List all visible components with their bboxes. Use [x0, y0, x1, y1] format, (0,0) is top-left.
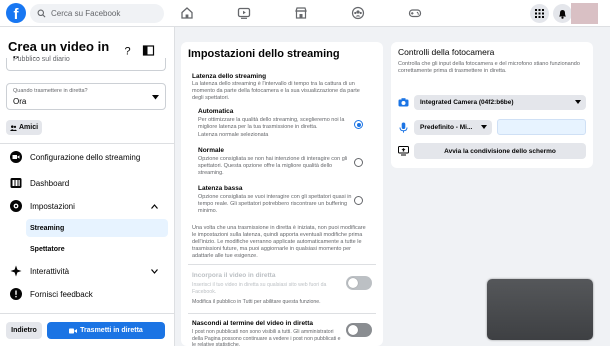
top-navigation-bar: f Cerca su Facebook — [0, 0, 610, 27]
microphone-select[interactable]: Predefinito - Mi... — [414, 120, 492, 135]
marketplace-icon[interactable] — [294, 6, 308, 20]
chevron-down-icon — [151, 269, 158, 274]
sidebar-divider — [0, 143, 175, 144]
audience-value: Pubblico sul diario — [13, 56, 70, 63]
start-screen-share-button[interactable]: Avvia la condivisione dello schermo — [414, 143, 586, 159]
create-live-sidebar: Crea un video in diretta ? Pubblico sul … — [0, 27, 175, 346]
panel-divider — [188, 264, 376, 265]
camera-icon — [398, 98, 409, 107]
chevron-down-icon — [575, 100, 581, 104]
go-live-label: Trasmetti in diretta — [80, 327, 143, 334]
latency-description: La latenza dello streaming è l'intervall… — [192, 81, 360, 101]
settings-gear-icon — [10, 200, 22, 212]
hide-after-live-description: I post non pubblicati non sono visibili … — [192, 329, 341, 346]
option-description: Opzione consigliata se non hai intenzion… — [198, 156, 348, 176]
screen-share-icon — [398, 146, 409, 156]
friends-icon — [10, 124, 17, 131]
search-placeholder: Cerca su Facebook — [51, 9, 121, 18]
live-video-icon — [69, 328, 78, 333]
embed-description: Inserisci il tuo video in diretta su qua… — [192, 282, 327, 295]
camera-controls-title: Controlli della fotocamera — [398, 47, 495, 57]
go-live-button[interactable]: Trasmetti in diretta — [47, 322, 165, 339]
sidebar-item-label: Configurazione dello streaming — [30, 152, 141, 162]
embed-title: Incorpora il video in diretta — [192, 272, 276, 279]
when-value: Ora — [13, 97, 27, 106]
camera-select-value: Integrated Camera (04f2:b6be) — [420, 99, 514, 106]
sidebar-subitem-streaming[interactable]: Streaming — [26, 219, 168, 237]
option-title: Normale — [198, 147, 225, 154]
streaming-settings-panel: Impostazioni dello streaming Latenza del… — [181, 42, 383, 346]
latency-option-automatic[interactable]: Automatica Per ottimizzare la qualità de… — [198, 108, 358, 138]
latency-warning: Una volta che una trasmissione in dirett… — [192, 225, 366, 259]
embed-note: Modifica il pubblico in Tutti per abilit… — [192, 299, 321, 305]
option-description: Per ottimizzare la qualità dello streami… — [198, 117, 345, 130]
chevron-down-icon — [152, 95, 159, 100]
radio-automatic[interactable] — [354, 120, 363, 129]
sidebar-item-label: Fornisci feedback — [30, 289, 93, 299]
watch-icon[interactable] — [237, 6, 251, 20]
sidebar-item-feedback[interactable]: Fornisci feedback — [6, 284, 166, 304]
sidebar-item-interactivity[interactable]: Interattività — [6, 261, 166, 281]
when-label: Quando trasmettere in diretta? — [13, 88, 88, 94]
latency-title: Latenza dello streaming — [192, 73, 267, 80]
help-icon[interactable]: ? — [121, 44, 134, 58]
account-avatar[interactable] — [571, 3, 598, 24]
friends-audience-button[interactable]: Amici — [6, 120, 42, 135]
menu-grid-button[interactable] — [530, 4, 549, 23]
radio-normal[interactable] — [354, 158, 363, 167]
notifications-icon — [559, 9, 566, 19]
hide-after-live-title: Nascondi al termine del video in diretta — [192, 320, 314, 327]
camera-select[interactable]: Integrated Camera (04f2:b6be) — [414, 95, 586, 110]
sparkle-icon — [10, 265, 22, 277]
sidebar-footer: Indietro Trasmetti in diretta — [0, 313, 175, 346]
search-icon — [37, 9, 46, 18]
camera-controls-panel: Controlli della fotocamera Controlla che… — [391, 42, 593, 168]
radio-low-latency[interactable] — [354, 196, 363, 205]
chevron-up-icon — [151, 204, 158, 209]
hide-after-live-toggle[interactable] — [346, 323, 372, 337]
svg-text:?: ? — [124, 46, 130, 58]
microphone-level-meter — [497, 119, 586, 135]
back-button[interactable]: Indietro — [6, 322, 42, 339]
sidebar-item-label: Dashboard — [30, 178, 70, 188]
microphone-select-value: Predefinito - Mi... — [420, 124, 473, 131]
option-note: Latenza normale selezionata — [198, 132, 269, 138]
option-title: Automatica — [198, 108, 234, 115]
friends-label: Amici — [19, 124, 39, 131]
sidebar-item-settings[interactable]: Impostazioni — [6, 196, 166, 216]
groups-icon[interactable] — [351, 6, 365, 20]
camera-controls-description: Controlla che gli input della fotocamera… — [398, 61, 580, 74]
dashboard-icon — [10, 178, 22, 188]
sidebar-item-dashboard[interactable]: Dashboard — [6, 173, 166, 193]
gaming-icon[interactable] — [408, 6, 422, 20]
option-description: Opzione consigliata se vuoi interagire c… — [198, 194, 352, 214]
sidebar-item-label: Interattività — [30, 266, 70, 276]
collapse-panel-icon[interactable] — [142, 44, 155, 57]
microphone-icon — [399, 122, 408, 133]
sidebar-item-stream-setup[interactable]: Configurazione dello streaming — [6, 147, 166, 167]
chevron-down-icon — [481, 125, 487, 129]
option-title: Latenza bassa — [198, 185, 243, 192]
notifications-button[interactable] — [553, 4, 572, 23]
menu-grid-icon — [535, 9, 544, 18]
when-to-go-live-select[interactable]: Quando trasmettere in diretta? Ora — [6, 83, 166, 110]
sidebar-subitem-viewer[interactable]: Spettatore — [26, 240, 168, 258]
home-icon[interactable] — [180, 6, 194, 20]
latency-option-low[interactable]: Latenza bassa Opzione consigliata se vuo… — [198, 185, 358, 215]
video-camera-icon — [10, 151, 22, 163]
facebook-logo[interactable]: f — [6, 3, 26, 23]
feedback-icon — [10, 288, 22, 300]
embed-toggle[interactable] — [346, 276, 372, 290]
audience-select[interactable]: Pubblico sul diario — [6, 56, 166, 71]
search-box[interactable]: Cerca su Facebook — [30, 4, 164, 23]
latency-option-normal[interactable]: Normale Opzione consigliata se non hai i… — [198, 147, 358, 177]
video-preview[interactable] — [487, 279, 593, 340]
sidebar-item-label: Impostazioni — [30, 201, 75, 211]
panel-divider — [188, 313, 376, 314]
panel-title: Impostazioni dello streaming — [188, 48, 340, 60]
